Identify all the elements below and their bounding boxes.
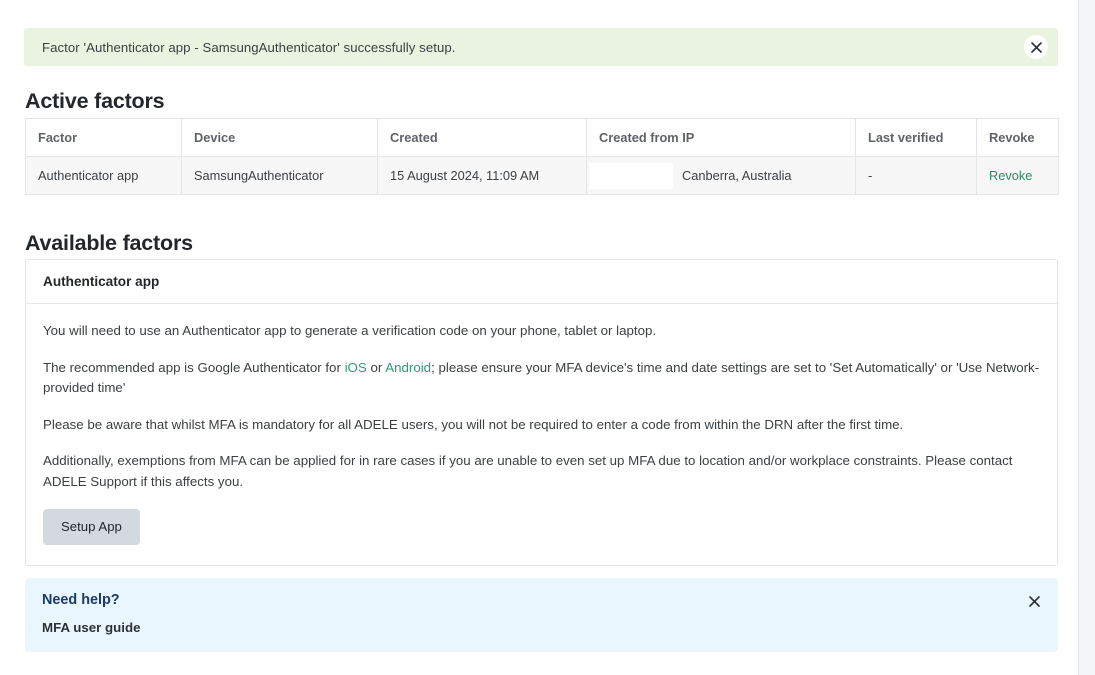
column-header-last-verified: Last verified xyxy=(856,119,977,157)
cell-created-from-ip: Canberra, Australia xyxy=(587,157,856,195)
paragraph-mfa-mandatory: Please be aware that whilst MFA is manda… xyxy=(43,415,1040,436)
setup-app-button[interactable]: Setup App xyxy=(43,509,140,545)
ip-location-label: Canberra, Australia xyxy=(673,168,792,183)
ios-link[interactable]: iOS xyxy=(345,360,367,375)
column-header-revoke: Revoke xyxy=(977,119,1059,157)
page-root: Factor 'Authenticator app - SamsungAuthe… xyxy=(0,0,1095,675)
column-header-device: Device xyxy=(182,119,378,157)
paragraph-exemptions: Additionally, exemptions from MFA can be… xyxy=(43,451,1040,492)
cell-created: 15 August 2024, 11:09 AM xyxy=(378,157,587,195)
paragraph-intro: You will need to use an Authenticator ap… xyxy=(43,321,1040,342)
help-panel-title: Need help? xyxy=(42,592,120,608)
text-recommended-prefix: The recommended app is Google Authentica… xyxy=(43,360,345,375)
close-icon[interactable] xyxy=(1024,35,1048,59)
card-body: You will need to use an Authenticator ap… xyxy=(26,304,1057,565)
active-factors-table: Factor Device Created Created from IP La… xyxy=(25,118,1059,195)
help-panel: Need help? MFA user guide xyxy=(25,578,1058,652)
cell-last-verified: - xyxy=(856,157,977,195)
available-factors-card: Authenticator app You will need to use a… xyxy=(25,259,1058,566)
page-title-available-factors: Available factors xyxy=(25,231,193,256)
table-row: Authenticator app SamsungAuthenticator 1… xyxy=(26,157,1059,195)
cell-factor: Authenticator app xyxy=(26,157,182,195)
column-header-created: Created xyxy=(378,119,587,157)
ip-address-redaction xyxy=(589,163,673,189)
page-content: Factor 'Authenticator app - SamsungAuthe… xyxy=(0,0,1078,675)
page-title-active-factors: Active factors xyxy=(25,89,164,114)
text-or: or xyxy=(367,360,385,375)
cell-device: SamsungAuthenticator xyxy=(182,157,378,195)
close-icon[interactable] xyxy=(1022,589,1046,613)
column-header-factor: Factor xyxy=(26,119,182,157)
cell-revoke: Revoke xyxy=(977,157,1059,195)
success-alert-message: Factor 'Authenticator app - SamsungAuthe… xyxy=(24,40,455,55)
revoke-link[interactable]: Revoke xyxy=(989,168,1032,183)
column-header-created-from-ip: Created from IP xyxy=(587,119,856,157)
table-header-row: Factor Device Created Created from IP La… xyxy=(26,119,1059,157)
card-header-authenticator-app: Authenticator app xyxy=(26,260,1057,304)
mfa-user-guide-link[interactable]: MFA user guide xyxy=(42,620,141,635)
android-link[interactable]: Android xyxy=(385,360,431,375)
page-scroll-gutter[interactable] xyxy=(1078,0,1095,675)
paragraph-recommended-app: The recommended app is Google Authentica… xyxy=(43,358,1040,399)
success-alert: Factor 'Authenticator app - SamsungAuthe… xyxy=(24,28,1058,66)
